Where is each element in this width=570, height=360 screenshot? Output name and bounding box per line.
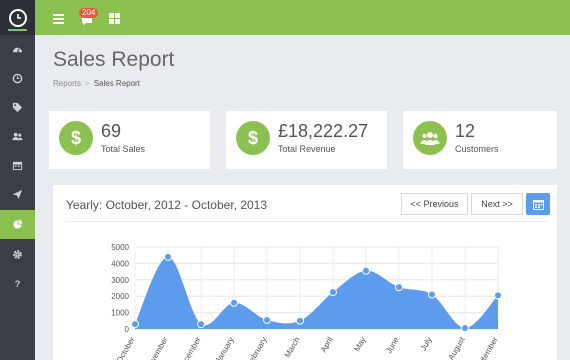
stat-label: Total Revenue <box>278 144 336 154</box>
x-tick-label: November <box>143 335 169 360</box>
sales-area-series <box>135 256 498 329</box>
apps-button[interactable] <box>109 11 120 29</box>
sidebar-item-dashboard[interactable] <box>0 35 35 64</box>
y-tick-label: 4000 <box>111 259 129 268</box>
stat-value: 12 <box>455 121 476 141</box>
sidebar-item-users[interactable] <box>0 122 35 151</box>
data-point[interactable] <box>263 315 271 324</box>
stat-card-customers: 12 Customers <box>403 111 557 169</box>
stat-value: £18,222.27 <box>278 121 369 141</box>
sidebar-item-calendar[interactable] <box>0 151 35 180</box>
users-icon <box>12 132 23 141</box>
data-point[interactable] <box>494 291 502 300</box>
sidebar-item-send[interactable] <box>0 180 35 209</box>
question-icon: ? <box>15 279 21 289</box>
x-tick-label: May <box>352 336 367 354</box>
sales-area-chart: 0 1000 2000 3000 4000 5000 October November Dece… <box>111 243 502 360</box>
top-bar: 204 <box>35 0 570 35</box>
x-tick-label: April <box>319 335 335 354</box>
x-tick-label: January <box>214 336 236 360</box>
hamburger-icon <box>53 14 64 24</box>
stat-label: Total Sales <box>101 144 146 154</box>
stat-card-total-revenue: $ £18,222.27 Total Revenue <box>226 111 387 169</box>
tag-icon <box>12 102 23 113</box>
sales-chart-panel: Yearly: October, 2012 - October, 2013 <<… <box>53 185 557 360</box>
y-tick-label: 3000 <box>111 276 129 285</box>
sidebar-item-reports[interactable] <box>0 210 35 239</box>
x-tick-label: March <box>283 336 302 360</box>
breadcrumb-separator: > <box>85 79 90 88</box>
x-tick-label: August <box>446 335 467 360</box>
y-tick-label: 2000 <box>111 292 129 301</box>
stat-card-total-sales: $ 69 Total Sales <box>49 111 210 169</box>
sidebar-item-help[interactable]: ? <box>0 269 35 298</box>
dollar-icon: $ <box>59 121 93 155</box>
data-point[interactable] <box>461 324 469 333</box>
data-point[interactable] <box>296 316 304 325</box>
x-tick-label: June <box>384 335 401 355</box>
svg-text:?: ? <box>15 279 21 289</box>
data-point[interactable] <box>230 298 238 307</box>
breadcrumb-link-reports[interactable]: Reports <box>53 79 81 88</box>
sidebar-item-history[interactable] <box>0 64 35 93</box>
sidebar: ? <box>0 0 35 360</box>
x-tick-label: February <box>245 336 269 360</box>
y-tick-label: 1000 <box>111 309 129 318</box>
stat-label: Customers <box>455 144 499 154</box>
paper-plane-icon <box>12 189 23 200</box>
data-point[interactable] <box>329 288 337 297</box>
menu-toggle-button[interactable] <box>53 11 64 29</box>
pie-chart-icon <box>13 219 23 229</box>
y-tick-label: 5000 <box>111 243 129 252</box>
dollar-icon: $ <box>236 121 270 155</box>
data-point[interactable] <box>428 290 436 299</box>
x-tick-label: December <box>176 335 202 360</box>
clock-icon <box>8 8 27 27</box>
x-tick-label: October <box>115 335 137 360</box>
data-point[interactable] <box>362 266 370 275</box>
calendar-icon <box>12 161 23 171</box>
app-logo[interactable] <box>0 0 35 35</box>
data-point[interactable] <box>131 320 139 329</box>
data-point[interactable] <box>164 252 172 261</box>
y-tick-label: 0 <box>125 325 130 334</box>
stat-value: 69 <box>101 121 122 141</box>
page-title: Sales Report <box>53 48 175 71</box>
dashboard-icon <box>12 47 23 53</box>
gear-icon <box>13 250 22 259</box>
clock-icon <box>12 73 23 84</box>
data-point[interactable] <box>197 320 205 329</box>
breadcrumb-current: Sales Report <box>93 79 140 88</box>
grid-icon <box>109 13 120 24</box>
users-icon <box>413 121 447 155</box>
x-tick-label: September <box>472 335 500 360</box>
breadcrumb: Reports > Sales Report <box>53 79 140 88</box>
data-point[interactable] <box>395 283 403 292</box>
x-tick-label: July <box>419 336 434 353</box>
notification-count-badge: 204 <box>79 8 99 18</box>
sidebar-item-settings[interactable] <box>0 240 35 269</box>
sidebar-item-tags[interactable] <box>0 93 35 122</box>
